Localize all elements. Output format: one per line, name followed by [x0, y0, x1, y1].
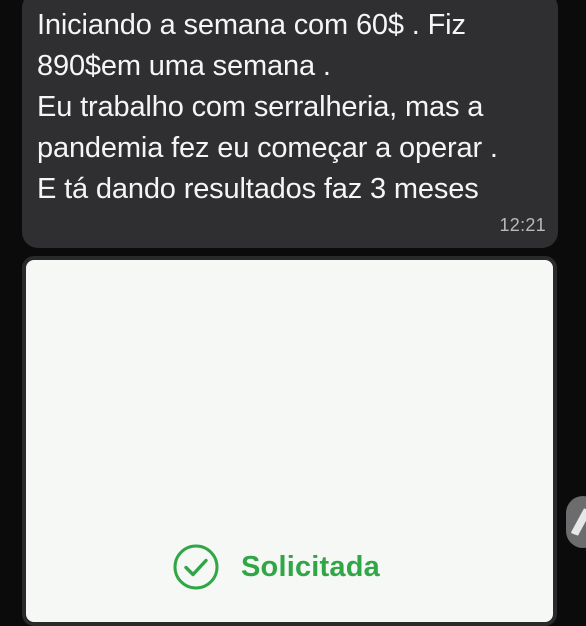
message-line-5: E tá dando resultados faz 3 meses: [37, 173, 479, 205]
message-line-2: 890$em uma semana .: [37, 50, 331, 82]
receipt-card[interactable]: Solicitada: [22, 256, 557, 626]
message-line-1: Iniciando a semana com 60$ . Fiz: [37, 9, 466, 41]
chat-area: Iniciando a semana com 60$ . Fiz 890$em …: [0, 0, 586, 626]
status-label: Solicitada: [241, 550, 380, 583]
message-text: Iniciando a semana com 60$ . Fiz 890$em …: [37, 5, 547, 210]
message-bubble[interactable]: Iniciando a semana com 60$ . Fiz 890$em …: [22, 0, 558, 248]
pen-icon: [571, 507, 586, 537]
message-line-3: Eu trabalho com serralheria, mas a: [37, 91, 484, 123]
status-row: Solicitada: [171, 541, 380, 593]
side-floating-button[interactable]: [566, 496, 586, 548]
check-circle-icon: [171, 542, 221, 592]
message-timestamp: 12:21: [499, 215, 546, 235]
message-line-4: pandemia fez eu começar a operar .: [37, 132, 498, 164]
